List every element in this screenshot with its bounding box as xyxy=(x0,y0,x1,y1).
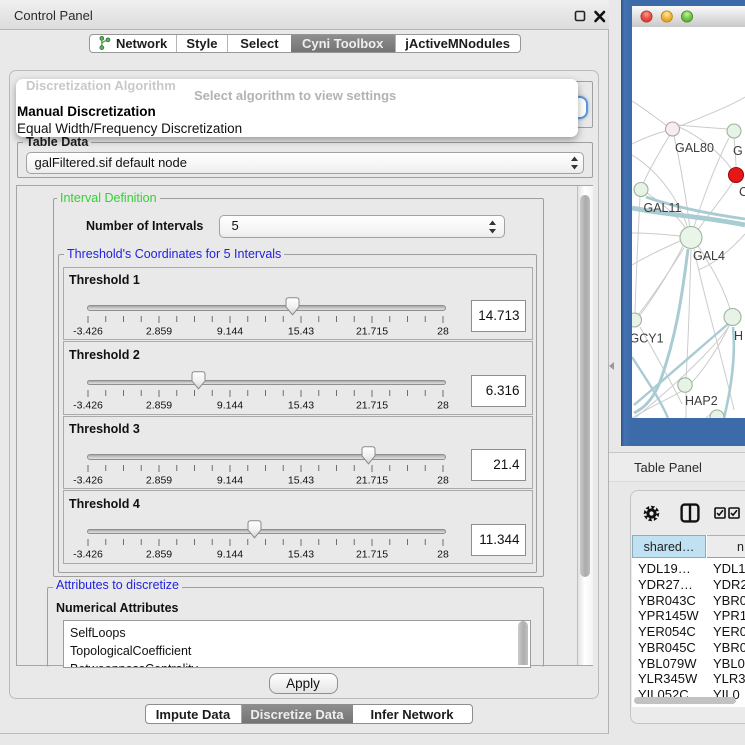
svg-text:2.859: 2.859 xyxy=(146,400,172,412)
svg-text:9.144: 9.144 xyxy=(217,549,243,561)
svg-text:21.715: 21.715 xyxy=(356,400,388,412)
svg-text:H: H xyxy=(734,329,743,343)
svg-text:28: 28 xyxy=(437,474,449,486)
svg-text:GAL80: GAL80 xyxy=(675,141,714,155)
svg-text:15.43: 15.43 xyxy=(288,325,314,337)
svg-text:-3.426: -3.426 xyxy=(73,474,103,486)
svg-text:-3.426: -3.426 xyxy=(73,400,103,412)
svg-text:GAL11: GAL11 xyxy=(644,201,682,215)
svg-text:-3.426: -3.426 xyxy=(73,325,103,337)
svg-text:21.715: 21.715 xyxy=(356,474,388,486)
svg-text:28: 28 xyxy=(437,549,449,561)
svg-text:G: G xyxy=(733,144,743,158)
svg-text:9.144: 9.144 xyxy=(217,400,243,412)
svg-text:-3.426: -3.426 xyxy=(73,549,103,561)
svg-text:2.859: 2.859 xyxy=(146,325,172,337)
svg-text:GAL4: GAL4 xyxy=(693,249,725,263)
svg-text:GCY1: GCY1 xyxy=(632,332,664,346)
svg-text:C: C xyxy=(739,185,745,199)
svg-text:15.43: 15.43 xyxy=(288,474,314,486)
svg-text:HAP2: HAP2 xyxy=(685,394,718,408)
svg-text:2.859: 2.859 xyxy=(146,474,172,486)
svg-text:9.144: 9.144 xyxy=(217,325,243,337)
svg-text:21.715: 21.715 xyxy=(356,549,388,561)
svg-text:9.144: 9.144 xyxy=(217,474,243,486)
svg-text:15.43: 15.43 xyxy=(288,549,314,561)
svg-text:28: 28 xyxy=(437,400,449,412)
svg-text:21.715: 21.715 xyxy=(356,325,388,337)
svg-text:2.859: 2.859 xyxy=(146,549,172,561)
svg-text:28: 28 xyxy=(437,325,449,337)
svg-text:15.43: 15.43 xyxy=(288,400,314,412)
